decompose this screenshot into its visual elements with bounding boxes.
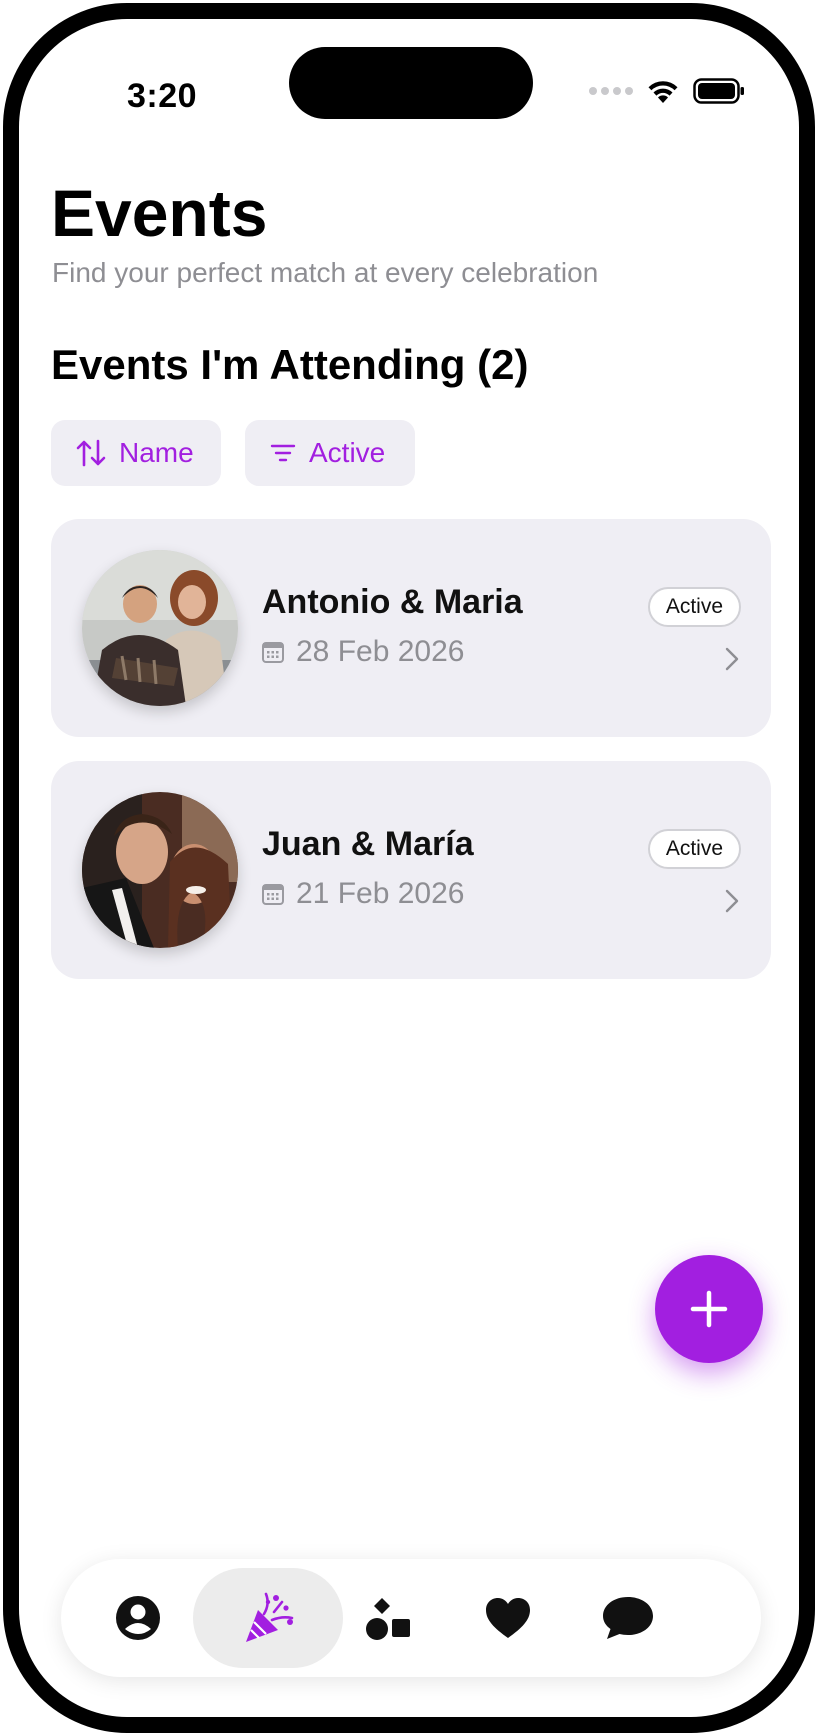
event-card[interactable]: Juan & María 21 Feb 2026 Active: [51, 761, 771, 979]
status-time: 3:20: [127, 77, 198, 115]
chevron-right-icon: [725, 889, 739, 913]
status-icons: [589, 71, 745, 111]
bottom-tab-bar: [61, 1559, 761, 1677]
phone-frame: 3:20 Events Find your perfect match at e…: [3, 3, 815, 1733]
battery-icon: [693, 78, 744, 104]
cellular-signal-icon: [589, 87, 633, 95]
calendar-icon: [262, 884, 284, 905]
party-popper-icon: [246, 1592, 294, 1642]
event-photo: [82, 550, 238, 706]
event-name: Juan & María: [262, 825, 474, 863]
calendar-icon: [262, 642, 284, 663]
filter-label: Active: [309, 437, 386, 468]
event-date: 21 Feb 2026: [262, 877, 464, 911]
sort-button[interactable]: Name: [51, 420, 221, 486]
tab-messages[interactable]: [553, 1568, 703, 1668]
status-badge: Active: [647, 587, 741, 627]
shapes-icon: [366, 1598, 410, 1640]
event-name: Antonio & Maria: [262, 583, 523, 621]
profile-icon: [116, 1596, 160, 1640]
section-title: Events I'm Attending (2): [51, 341, 529, 388]
chat-bubble-icon: [603, 1597, 653, 1639]
events-screen: 3:20 Events Find your perfect match at e…: [19, 19, 799, 1717]
page-subtitle: Find your perfect match at every celebra…: [52, 257, 599, 288]
plus-icon: [690, 1290, 728, 1328]
tab-profile[interactable]: [63, 1568, 213, 1668]
heart-icon: [486, 1598, 530, 1638]
event-date: 28 Feb 2026: [262, 635, 464, 669]
chevron-right-icon: [725, 647, 739, 671]
filter-button[interactable]: Active: [245, 420, 415, 486]
event-date-text: 21 Feb 2026: [296, 877, 465, 910]
filter-lines-icon: [270, 444, 296, 462]
wifi-icon: [648, 81, 678, 103]
dynamic-island: [289, 47, 533, 119]
status-badge: Active: [647, 829, 741, 869]
sort-label: Name: [119, 437, 194, 468]
sort-arrows-icon: [76, 439, 106, 467]
event-date-text: 28 Feb 2026: [296, 635, 465, 668]
page-title: Events: [51, 176, 268, 250]
event-photo: [82, 792, 238, 948]
add-event-button[interactable]: [655, 1255, 763, 1363]
event-card[interactable]: Antonio & Maria 28 Feb 2026 Active: [51, 519, 771, 737]
